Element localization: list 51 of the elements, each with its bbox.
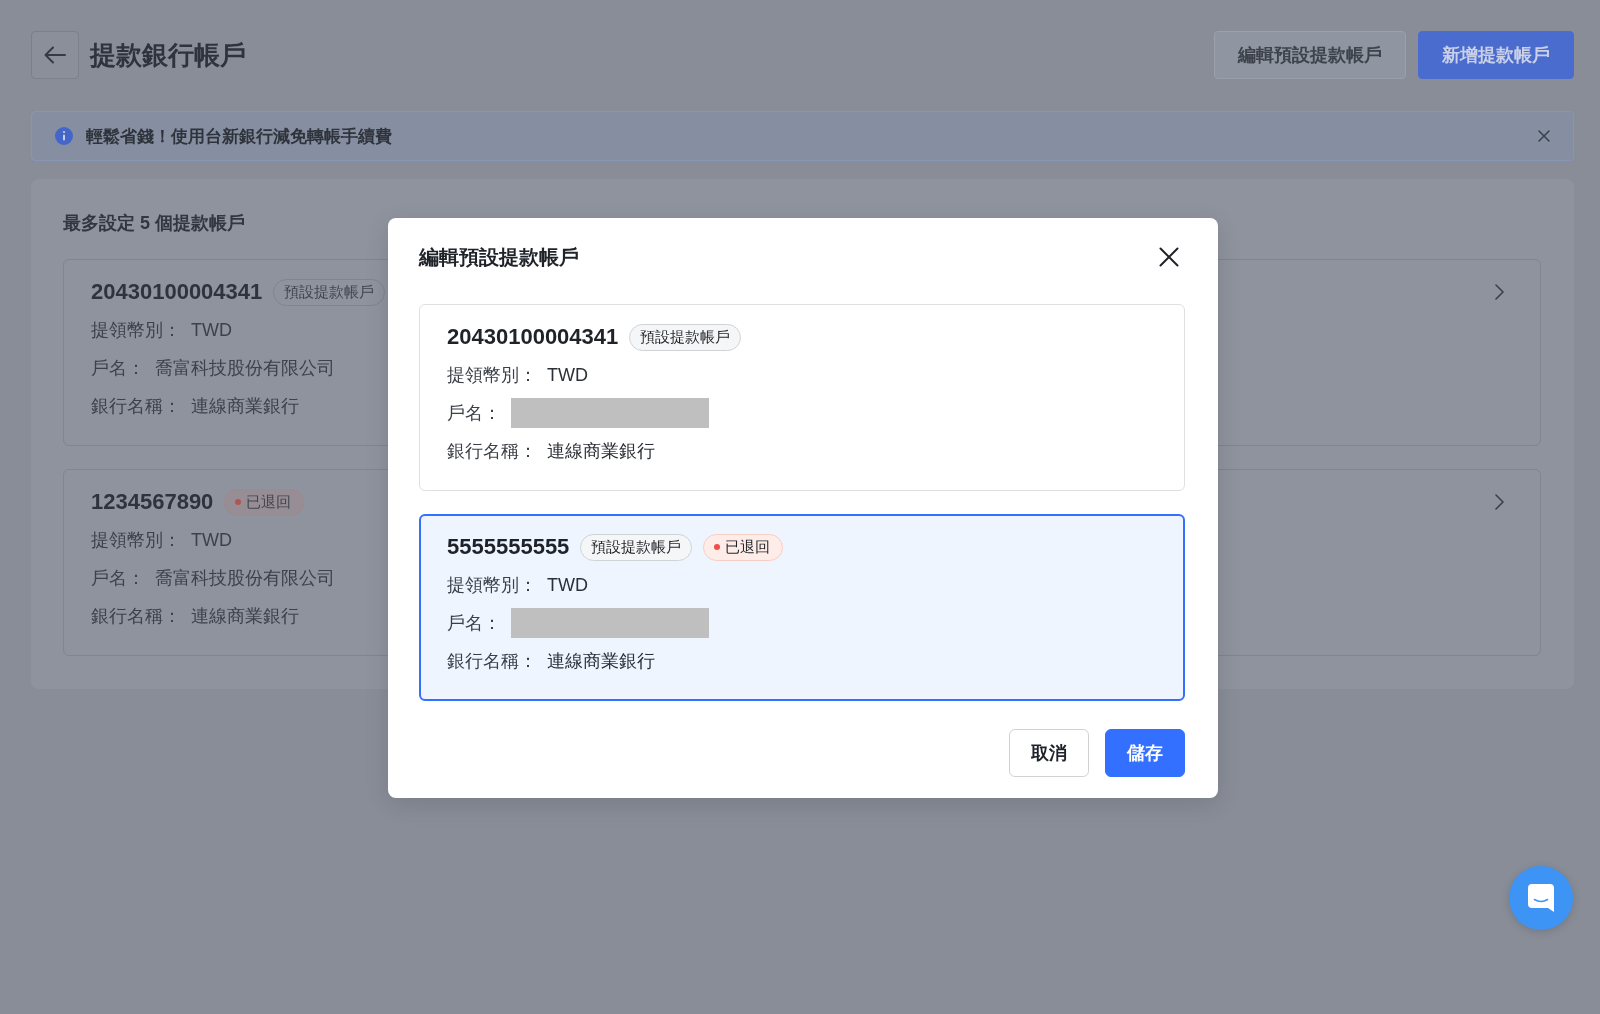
field-value: TWD <box>191 319 232 341</box>
page-title: 提款銀行帳戶 <box>90 38 246 72</box>
field-label: 提領幣別： <box>447 574 537 597</box>
account-number: 20430100004341 <box>91 279 263 305</box>
field-value: 連線商業銀行 <box>191 395 299 418</box>
back-button[interactable] <box>31 31 79 79</box>
field-label: 戶名： <box>447 612 501 635</box>
field-label: 銀行名稱： <box>91 605 181 628</box>
default-account-tag: 預設提款帳戶 <box>580 533 693 561</box>
close-icon <box>1159 247 1179 267</box>
save-button[interactable]: 儲存 <box>1105 729 1185 777</box>
field-value: TWD <box>191 529 232 551</box>
dialog-title: 編輯預設提款帳戶 <box>419 244 579 270</box>
account-number: 1234567890 <box>91 489 214 515</box>
speech-bubble-icon <box>1528 884 1554 912</box>
status-dot-icon <box>235 499 242 505</box>
account-number: 20430100004341 <box>447 324 619 350</box>
field-value: 連線商業銀行 <box>547 440 655 463</box>
field-label: 戶名： <box>91 567 145 590</box>
chat-button[interactable] <box>1509 866 1573 930</box>
notice-text: 輕鬆省錢！使用台新銀行減免轉帳手續費 <box>86 125 392 148</box>
arrow-left-icon <box>44 46 66 64</box>
status-label: 已退回 <box>725 537 771 557</box>
info-icon <box>55 127 73 145</box>
field-label: 提領幣別： <box>91 529 181 552</box>
field-value: 連線商業銀行 <box>547 650 655 673</box>
field-label: 提領幣別： <box>447 364 537 387</box>
default-account-tag: 預設提款帳戶 <box>629 323 742 351</box>
field-value: 喬富科技股份有限公司 <box>155 567 335 590</box>
account-number: 5555555555 <box>447 534 570 560</box>
account-option[interactable]: 20430100004341 預設提款帳戶 提領幣別： TWD 戶名： 銀行名稱： 連線商業銀行 <box>419 304 1185 491</box>
field-label: 提領幣別： <box>91 319 181 342</box>
field-label: 銀行名稱： <box>447 650 537 673</box>
field-value: TWD <box>547 364 588 386</box>
close-button[interactable] <box>1159 247 1179 267</box>
close-icon <box>1538 130 1550 142</box>
field-label: 戶名： <box>91 357 145 380</box>
default-account-tag: 預設提款帳戶 <box>273 278 386 306</box>
status-dot-icon <box>714 544 721 550</box>
chevron-right-icon <box>1495 494 1504 510</box>
cancel-button[interactable]: 取消 <box>1009 729 1089 777</box>
section-heading: 最多設定 5 個提款帳戶 <box>63 212 245 235</box>
field-value: TWD <box>547 574 588 596</box>
field-label: 戶名： <box>447 402 501 425</box>
field-value: 連線商業銀行 <box>191 605 299 628</box>
status-label: 已退回 <box>246 492 292 512</box>
field-label: 銀行名稱： <box>447 440 537 463</box>
account-option[interactable]: 5555555555 預設提款帳戶 已退回 提領幣別： TWD 戶名： 銀行名稱： 連線商業銀行 <box>419 514 1185 701</box>
chevron-right-icon <box>1495 284 1504 300</box>
field-label: 銀行名稱： <box>91 395 181 418</box>
field-value: 喬富科技股份有限公司 <box>155 357 335 380</box>
